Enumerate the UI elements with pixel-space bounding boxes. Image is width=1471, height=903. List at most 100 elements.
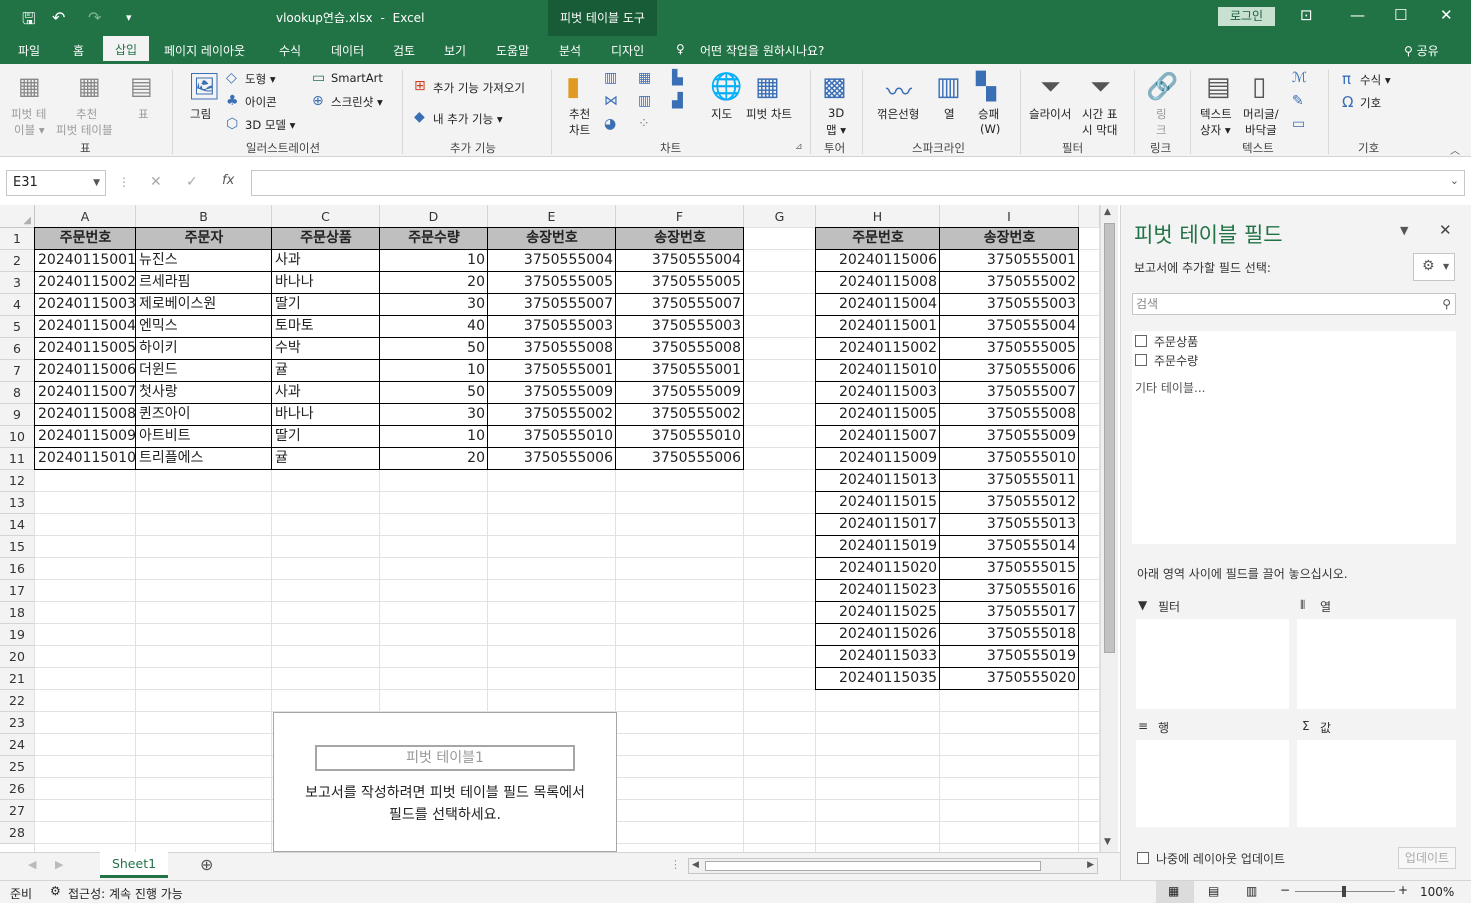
field-checkbox-quantity[interactable] [1135,354,1147,366]
table2-cell[interactable]: 20240115006 [816,250,940,272]
column-header-e[interactable]: E [488,205,616,228]
column-header-a[interactable]: A [35,205,136,228]
accessibility-status[interactable]: 접근성: 계속 진행 가능 [68,885,183,902]
slicer-icon[interactable]: ⏷ [1040,72,1061,103]
column-header-partial[interactable] [1079,205,1100,228]
table2-cell[interactable]: 20240115017 [816,514,940,536]
table2-cell[interactable]: 20240115026 [816,624,940,646]
table2-cell[interactable]: 3750555003 [940,294,1079,316]
my-addins-icon[interactable]: ◆ [414,109,425,125]
table1-cell[interactable]: 20 [380,448,488,470]
table2-cell[interactable]: 20240115015 [816,492,940,514]
field-checkbox-product[interactable] [1135,335,1147,347]
expand-formula-icon[interactable]: ⌄ [1450,174,1459,187]
table1-header[interactable]: 주문수량 [380,228,488,250]
horizontal-scroll-thumb[interactable] [705,861,1041,871]
table2-cell[interactable]: 3750555011 [940,470,1079,492]
minimize-icon[interactable]: — [1350,6,1365,24]
tab-file[interactable]: 파일 [18,42,40,59]
area-columns[interactable] [1297,619,1456,709]
table1-header[interactable]: 주문상품 [272,228,380,250]
object-icon[interactable]: ▭ [1292,116,1305,132]
table1-cell[interactable]: 20240115009 [35,426,136,448]
table1-cell[interactable]: 30 [380,294,488,316]
scroll-right-icon[interactable]: ▶ [1087,860,1094,870]
chevron-down-icon[interactable]: ▼ [93,171,100,195]
table1-cell[interactable]: 3750555003 [616,316,744,338]
tab-review[interactable]: 검토 [393,42,415,59]
table1-cell[interactable]: 3750555001 [488,360,616,382]
table1-cell[interactable]: 20240115002 [35,272,136,294]
pivottable-icon[interactable]: ▦ [18,72,41,100]
3d-map-icon[interactable]: ▩ [822,72,847,102]
table2-cell[interactable]: 3750555015 [940,558,1079,580]
row-header-24[interactable]: 24 [0,734,35,756]
table2-cell[interactable]: 3750555013 [940,514,1079,536]
select-all-button[interactable]: ◢ [0,205,35,228]
table1-cell[interactable]: 20240115003 [35,294,136,316]
tab-help[interactable]: 도움말 [496,42,529,59]
table1-cell[interactable]: 하이키 [136,338,272,360]
table1-cell[interactable]: 20240115008 [35,404,136,426]
row-header-13[interactable]: 13 [0,492,35,514]
table1-cell[interactable]: 20240115001 [35,250,136,272]
table1-cell[interactable]: 10 [380,250,488,272]
table2-cell[interactable]: 20240115019 [816,536,940,558]
table1-cell[interactable]: 더윈드 [136,360,272,382]
column-header-g[interactable]: G [744,205,816,228]
table1-cell[interactable]: 50 [380,382,488,404]
page-break-view-icon[interactable]: ▥ [1246,884,1257,898]
next-sheet-icon[interactable]: ▶ [55,858,63,871]
row-header-27[interactable]: 27 [0,800,35,822]
row-header-8[interactable]: 8 [0,382,35,404]
table2-cell[interactable]: 3750555016 [940,580,1079,602]
screenshot-icon[interactable]: ⊕ [312,93,324,109]
table1-cell[interactable]: 제로베이스원 [136,294,272,316]
table2-cell[interactable]: 20240115004 [816,294,940,316]
column-header-f[interactable]: F [616,205,744,228]
save-icon[interactable]: 🖫 [22,8,36,35]
table2-cell[interactable]: 3750555006 [940,360,1079,382]
tab-formulas[interactable]: 수식 [279,42,301,59]
table2-cell[interactable]: 3750555010 [940,448,1079,470]
table2-cell[interactable]: 20240115023 [816,580,940,602]
table2-cell[interactable]: 3750555005 [940,338,1079,360]
table1-cell[interactable]: 3750555005 [616,272,744,294]
table2-cell[interactable]: 20240115008 [816,272,940,294]
tell-me-box[interactable]: 어떤 작업을 원하시나요? [700,42,824,59]
table2-cell[interactable]: 20240115003 [816,382,940,404]
scroll-left-icon[interactable]: ◀ [692,860,699,870]
login-button[interactable]: 로그인 [1218,7,1275,26]
table1-cell[interactable]: 20240115005 [35,338,136,360]
table1-cell[interactable]: 3750555004 [616,250,744,272]
column-header-c[interactable]: C [272,205,380,228]
smartart-icon[interactable]: ▭ [312,70,325,86]
row-header-22[interactable]: 22 [0,690,35,712]
column-header-d[interactable]: D [380,205,488,228]
tab-view[interactable]: 보기 [444,42,466,59]
my-addins-label[interactable]: 내 추가 기능 ▾ [433,111,503,127]
pie-chart-icon[interactable]: ◕ [604,116,616,132]
close-window-icon[interactable]: ✕ [1440,6,1453,24]
table-icon[interactable]: ▤ [130,72,153,100]
undo-icon[interactable]: ↶ [52,8,65,27]
line-chart-icon[interactable]: ⋈ [604,93,618,109]
table2-cell[interactable]: 3750555020 [940,668,1079,690]
table1-cell[interactable]: 3750555001 [616,360,744,382]
table1-cell[interactable]: 엔믹스 [136,316,272,338]
row-header-5[interactable]: 5 [0,316,35,338]
scatter-chart-icon[interactable]: ⁘ [638,116,650,132]
zoom-in-icon[interactable]: + [1398,883,1408,897]
field-label-quantity[interactable]: 주문수량 [1154,352,1198,369]
scroll-up-icon[interactable]: ▲ [1104,207,1111,217]
table2-cell[interactable]: 3750555002 [940,272,1079,294]
table1-header[interactable]: 송장번호 [616,228,744,250]
panel-options-chevron-icon[interactable]: ▼ [1400,224,1408,237]
table2-cell[interactable]: 3750555001 [940,250,1079,272]
table1-cell[interactable]: 퀸즈아이 [136,404,272,426]
store-icon[interactable]: ⊞ [414,78,426,94]
table2-cell[interactable]: 20240115020 [816,558,940,580]
hierarchy-chart-icon[interactable]: ▦ [638,70,651,86]
more-tables-link[interactable]: 기타 테이블... [1135,379,1205,396]
row-header-14[interactable]: 14 [0,514,35,536]
